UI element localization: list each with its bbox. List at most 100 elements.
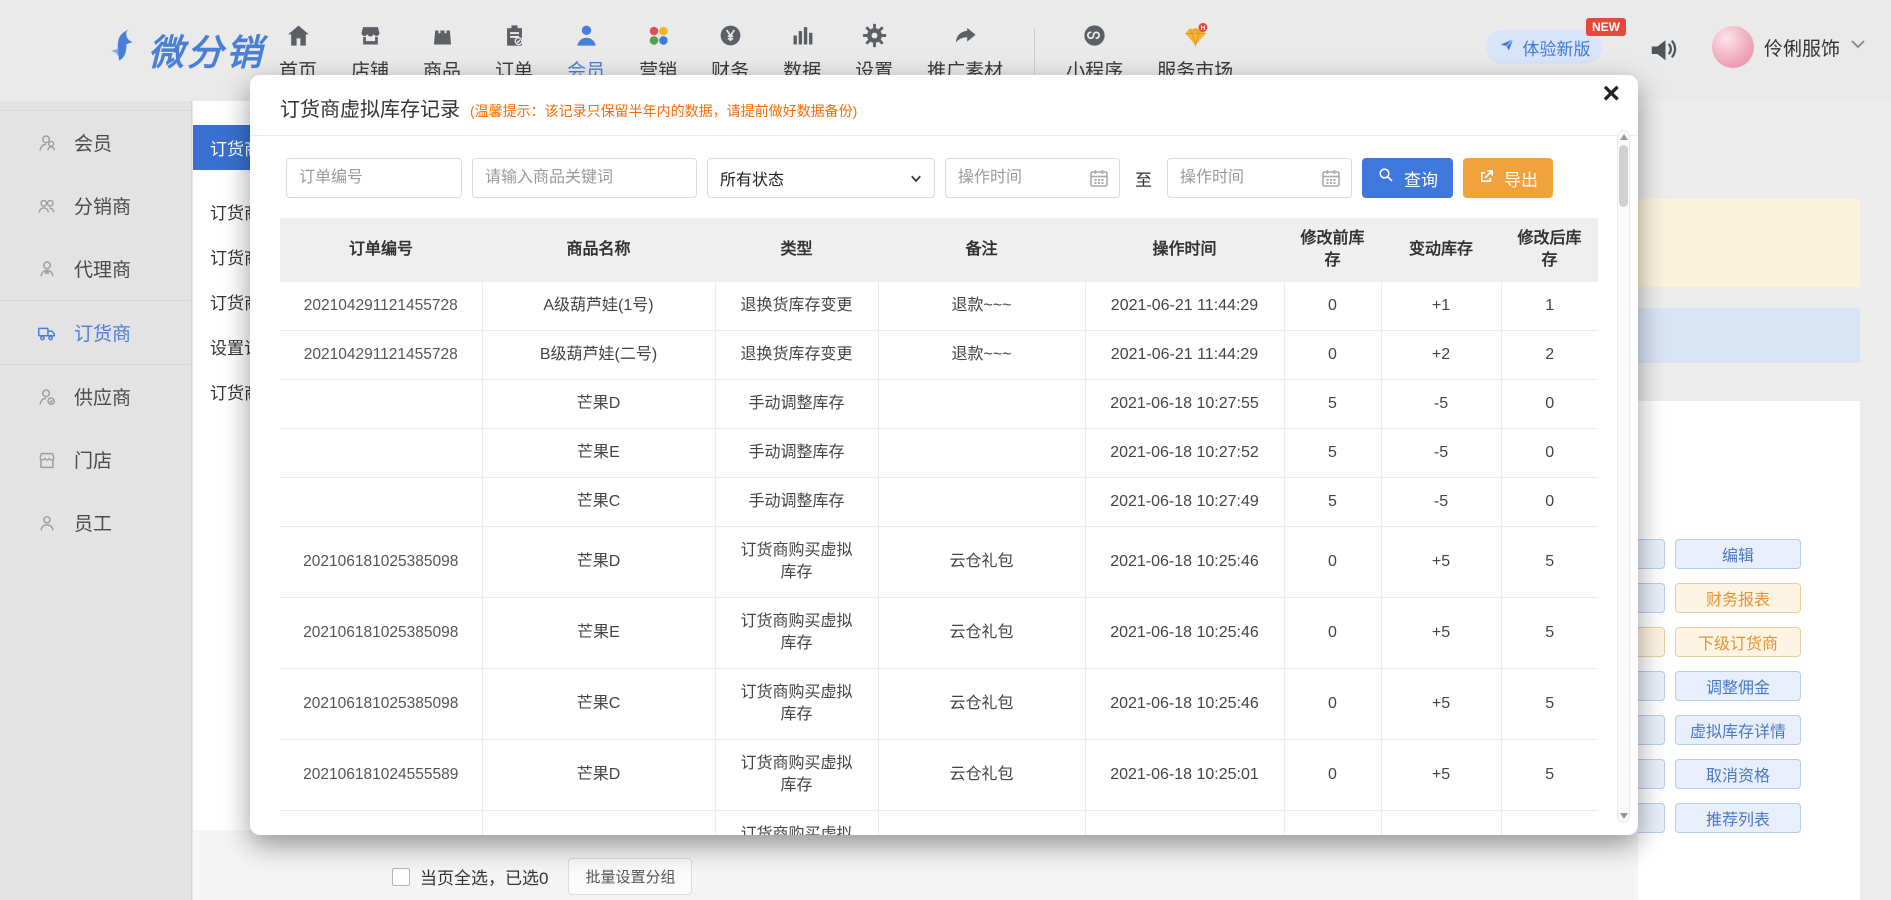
account-menu[interactable]: 伶俐服饰 [1712, 26, 1866, 68]
export-button[interactable]: 导出 [1463, 158, 1553, 198]
nav-item-data[interactable]: 数据 [766, 19, 838, 83]
cell-before: 5 [1284, 380, 1381, 429]
nav-item-finance[interactable]: 财务 [694, 19, 766, 83]
cell-order: 202104291121455728 [280, 331, 482, 380]
cell-note: 云仓礼包 [878, 740, 1085, 811]
member-icon [573, 19, 600, 49]
sidebar-item-label: 会员 [74, 129, 112, 156]
store-icon [357, 19, 384, 49]
order-number-input[interactable] [286, 158, 462, 198]
scroll-down-arrow-icon[interactable] [1620, 813, 1628, 819]
home-icon [285, 19, 312, 49]
sidebar-item-distributor[interactable]: 分销商 [0, 174, 191, 237]
nav-item-market[interactable]: H服务市场 [1140, 19, 1250, 83]
cell-note [878, 811, 1085, 836]
scroll-up-arrow-icon[interactable] [1620, 134, 1628, 140]
cell-note: 云仓礼包 [878, 669, 1085, 740]
rocket-icon [1498, 36, 1516, 59]
sidebar-item-supplier[interactable]: 订货商 [0, 300, 191, 364]
date-start-input[interactable] [945, 158, 1120, 198]
cell-product: 芒果C [482, 669, 715, 740]
column-header-1: 商品名称 [482, 218, 715, 282]
member-icon [36, 132, 58, 154]
try-new-label: 体验新版 [1523, 35, 1591, 60]
agent-icon [36, 258, 58, 280]
app-logo[interactable]: 微分销 [102, 24, 265, 76]
promo-icon [952, 19, 979, 49]
nav-item-miniprogram[interactable]: 小程序 [1049, 19, 1140, 83]
action-button-4[interactable]: 虚拟库存详情 [1675, 715, 1801, 745]
action-button-2[interactable]: 下级订货商 [1675, 627, 1801, 657]
nav-item-marketing[interactable]: 营销 [622, 19, 694, 83]
announcement-speaker-icon[interactable] [1648, 34, 1678, 69]
try-new-version-button[interactable]: 体验新版 [1486, 30, 1602, 64]
cell-time: 2021-06-21 11:44:29 [1085, 282, 1284, 331]
goods-icon [429, 19, 456, 49]
table-row-5: 202106181025385098芒果D订货商购买虚拟库存云仓礼包2021-0… [280, 527, 1598, 598]
sidebar-item-member[interactable]: 会员 [0, 110, 191, 174]
table-row-6: 202106181025385098芒果E订货商购买虚拟库存云仓礼包2021-0… [280, 598, 1598, 669]
sidebar-item-vendor[interactable]: 供应商 [0, 364, 191, 428]
date-end-input[interactable] [1167, 158, 1352, 198]
cell-type: 订货商购买虚拟库存 [715, 740, 878, 811]
product-keyword-input[interactable] [472, 158, 697, 198]
action-button-0[interactable]: 编辑 [1675, 539, 1801, 569]
sidebar-item-label: 分销商 [74, 192, 131, 219]
cell-order: 202104291121455728 [280, 282, 482, 331]
nav-item-member[interactable]: 会员 [550, 19, 622, 83]
records-table-wrap: 订单编号商品名称类型备注操作时间修改前库存变动库存修改后库存 202104291… [280, 218, 1598, 835]
export-icon [1478, 167, 1496, 190]
select-all-checkbox[interactable] [392, 868, 410, 886]
cell-before: 0 [1284, 527, 1381, 598]
action-button-5[interactable]: 取消资格 [1675, 759, 1801, 789]
chevron-down-icon [1850, 38, 1866, 56]
market-icon: H [1182, 19, 1209, 49]
select-all-row: 当页全选，已选0 批量设置分组 [392, 858, 692, 895]
cell-after: 5 [1501, 669, 1598, 740]
cell-after [1501, 811, 1598, 836]
nav-item-order[interactable]: 订单 [478, 19, 550, 83]
modal-scrollbar[interactable] [1617, 130, 1630, 823]
batch-set-group-button[interactable]: 批量设置分组 [568, 858, 692, 895]
action-button-3[interactable]: 调整佣金 [1675, 671, 1801, 701]
cell-time: 2021-06-18 10:25:46 [1085, 598, 1284, 669]
nav-item-goods[interactable]: 商品 [406, 19, 478, 83]
action-button-6[interactable]: 推荐列表 [1675, 803, 1801, 833]
order-icon [501, 19, 528, 49]
cell-product: 芒果D [482, 527, 715, 598]
cell-note: 退款~~~ [878, 331, 1085, 380]
action-buttons: 编辑财务报表下级订货商调整佣金虚拟库存详情取消资格推荐列表 [1675, 539, 1801, 833]
scrollbar-thumb[interactable] [1619, 145, 1628, 207]
cell-time: 2021-06-18 10:25:46 [1085, 669, 1284, 740]
cell-change: -5 [1381, 478, 1501, 527]
chevron-down-icon [909, 172, 923, 186]
status-select[interactable]: 所有状态 [707, 158, 935, 198]
cell-time: 2021-06-18 10:25:01 [1085, 740, 1284, 811]
table-row-7: 202106181025385098芒果C订货商购买虚拟库存云仓礼包2021-0… [280, 669, 1598, 740]
table-row-2: 芒果D手动调整库存2021-06-18 10:27:555-50 [280, 380, 1598, 429]
close-icon[interactable]: × [1602, 79, 1620, 109]
cell-order [280, 429, 482, 478]
nav-item-settings[interactable]: 设置 [838, 19, 910, 83]
cell-change: +2 [1381, 331, 1501, 380]
sidebar-item-shop[interactable]: 门店 [0, 428, 191, 491]
cell-time [1085, 811, 1284, 836]
sidebar-item-agent[interactable]: 代理商 [0, 237, 191, 300]
status-select-value: 所有状态 [720, 166, 784, 190]
action-button-1[interactable]: 财务报表 [1675, 583, 1801, 613]
nav-item-home[interactable]: 首页 [262, 19, 334, 83]
cell-type: 订货商购买虚拟库存 [715, 527, 878, 598]
filter-bar: 所有状态 至 查询 导出 [286, 158, 1638, 198]
background-bottom-strip: 当页全选，已选0 批量设置分组 [193, 830, 1638, 900]
cell-order: 202106181025385098 [280, 527, 482, 598]
virtual-stock-record-modal: × 订货商虚拟库存记录 (温馨提示：该记录只保留半年内的数据，请提前做好数据备份… [250, 75, 1638, 835]
staff-icon [36, 512, 58, 534]
sidebar-item-staff[interactable]: 员工 [0, 491, 191, 554]
nav-item-store[interactable]: 店铺 [334, 19, 406, 83]
nav-item-promo[interactable]: 推广素材 [910, 19, 1020, 83]
cell-type: 手动调整库存 [715, 429, 878, 478]
column-header-7: 修改后库存 [1501, 218, 1598, 282]
cell-order: 202106181024555589 [280, 740, 482, 811]
search-button[interactable]: 查询 [1362, 158, 1453, 198]
cell-before: 5 [1284, 478, 1381, 527]
